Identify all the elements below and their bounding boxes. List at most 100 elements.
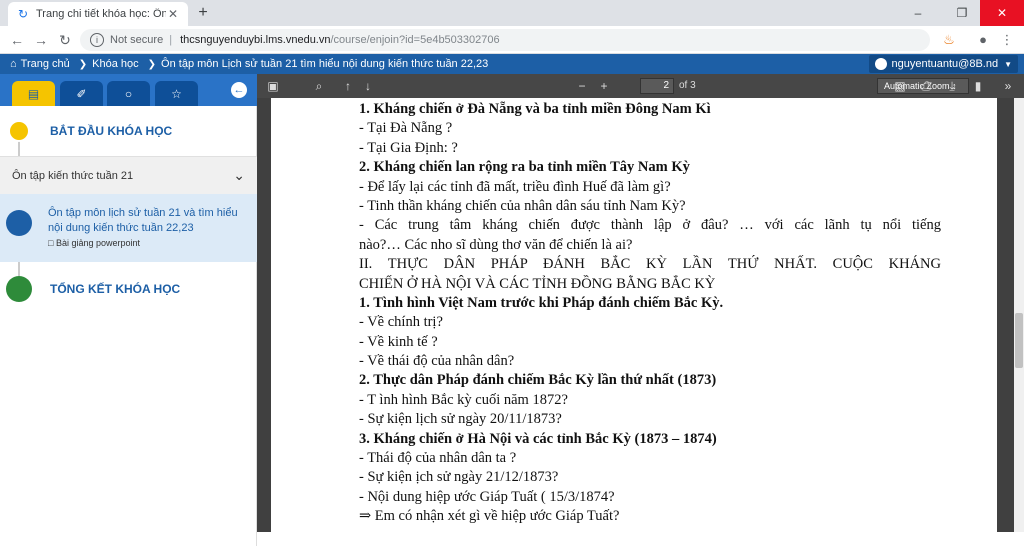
pdf-line: - Nội dung hiệp ước Giáp Tuất ( 15/3/187… <box>359 488 615 505</box>
pdf-line: - Sự kiện ịch sử ngày 21/12/1873? <box>359 469 559 486</box>
pdf-line: - Về chính trị? <box>359 314 443 331</box>
next-page-icon[interactable]: ↓ <box>361 78 375 94</box>
breadcrumb-chevron-icon: ❯ <box>78 58 88 70</box>
profile-icon[interactable]: ● <box>974 31 992 49</box>
forward-arrow-icon[interactable]: → <box>32 31 50 49</box>
pdf-scrollbar[interactable] <box>1014 98 1024 532</box>
pdf-viewer[interactable]: 1. Kháng chiến ở Đà Nẵng và ba tỉnh miền… <box>257 98 1014 532</box>
lesson-type-label: Bài giảng powerpoint <box>55 238 141 248</box>
chevron-down-icon[interactable]: ⌄ <box>233 167 245 184</box>
pdf-line: 2. Thực dân Pháp đánh chiếm Bắc Kỳ lần t… <box>359 372 717 389</box>
page-total: of 3 <box>679 80 696 91</box>
tab-title: Trang chi tiết khóa học: Ôn tập m <box>36 8 166 20</box>
user-name: nguyentuantu@8B.nd <box>891 58 999 70</box>
end-dot <box>6 276 32 302</box>
tab-favorites[interactable]: ☆ <box>155 81 198 106</box>
end-course-label[interactable]: TỔNG KẾT KHÓA HỌC <box>50 282 180 296</box>
comment-icon: ○ <box>124 86 133 101</box>
user-avatar-icon <box>875 58 888 70</box>
pdf-line: - Tinh thần kháng chiến của nhân dân sáu… <box>359 197 686 214</box>
pdf-line: nào?… Các nho sĩ dùng thơ văn để chiến l… <box>359 236 633 253</box>
presentation-icon[interactable]: ▧ <box>893 78 907 94</box>
pdf-line: - Về thái độ của nhân dân? <box>359 353 515 370</box>
new-tab-icon[interactable]: + <box>194 4 212 22</box>
pdf-line: 1. Tình hình Việt Nam trước khi Pháp đán… <box>359 294 724 311</box>
start-course-label[interactable]: BẮT ĐẦU KHÓA HỌC <box>50 124 172 138</box>
pdf-line: - Sự kiện lịch sử ngày 20/11/1873? <box>359 411 562 428</box>
search-icon[interactable]: ⌕ <box>311 78 327 94</box>
pdf-line: - Tại Gia Định: ? <box>359 139 458 156</box>
timeline-line <box>18 262 20 276</box>
pdf-line: ⇒ Em có nhận xét gì về hiệp ước Giáp Tuấ… <box>359 508 620 525</box>
site-favicon-icon: ↻ <box>17 7 29 21</box>
paperclip-icon: ✐ <box>76 86 87 101</box>
breadcrumb: ⌂ Trang chủ ❯ Khóa học ❯ Ôn tập môn Lịch… <box>0 54 1024 74</box>
week-header-label: Ôn tập kiến thức tuần 21 <box>12 169 134 182</box>
lesson-item[interactable]: Ôn tập môn lịch sử tuần 21 và tìm hiểu n… <box>0 194 257 262</box>
breadcrumb-chevron-icon: ❯ <box>147 58 157 70</box>
star-icon: ☆ <box>171 86 182 101</box>
dropdown-caret-icon: ▼ <box>1004 59 1012 69</box>
previous-page-icon[interactable]: ↑ <box>341 78 355 94</box>
bottom-strip <box>257 532 1024 546</box>
tab-attachments[interactable]: ✐ <box>60 81 103 106</box>
pdf-line: - Để lấy lại các tỉnh đã mất, triều đình… <box>359 178 671 195</box>
reload-icon[interactable]: ↻ <box>56 31 74 49</box>
url-host: thcsnguyenduybi.lms.vnedu.vn <box>180 34 331 46</box>
pdf-line: 2. Kháng chiến lan rộng ra ba tỉnh miền … <box>359 159 690 176</box>
restore-icon[interactable]: ❐ <box>944 0 980 26</box>
extension-flame-icon[interactable]: ♨ <box>940 31 958 49</box>
back-circle-icon[interactable]: ← <box>231 82 247 98</box>
lesson-title[interactable]: Ôn tập môn lịch sử tuần 21 và tìm hiểu n… <box>48 206 248 236</box>
more-tools-icon[interactable]: » <box>1001 78 1015 94</box>
pdf-line: - Về kinh tế ? <box>359 333 438 350</box>
file-icon: □ <box>48 238 54 248</box>
pdf-line: 3. Kháng chiến ở Hà Nội và các tỉnh Bắc … <box>359 430 717 447</box>
security-label: Not secure <box>110 34 164 46</box>
pdf-line: 1. Kháng chiến ở Đà Nẵng và ba tỉnh miền… <box>359 101 711 117</box>
sidebar-toggle-icon[interactable]: ▣ <box>265 78 281 94</box>
url-separator: | <box>169 34 173 46</box>
scrollbar-thumb[interactable] <box>1015 313 1023 368</box>
pdf-line: - Các trung tâm kháng chiến được thành l… <box>359 217 941 234</box>
url-path: /course/enjoin?id=5e4b503302706 <box>330 34 500 46</box>
pdf-line: CHIẾN Ở HÀ NỘI VÀ CÁC TỈNH ĐỒNG BẰNG BẮC… <box>359 275 716 292</box>
sidebar-tabs: ▤ ✐ ○ ☆ ← <box>0 74 257 106</box>
menu-kebab-icon[interactable]: ⋮ <box>998 31 1016 49</box>
breadcrumb-current[interactable]: Ôn tập môn Lịch sử tuần 21 tìm hiểu nội … <box>161 58 488 70</box>
browser-tab-strip: ↻ Trang chi tiết khóa học: Ôn tập m ✕ + … <box>0 0 1024 26</box>
back-arrow-icon[interactable]: ← <box>8 31 26 49</box>
zoom-out-icon[interactable]: − <box>575 78 589 94</box>
pdf-line: - Thái độ của nhân dân ta ? <box>359 450 517 467</box>
course-sidebar: ▤ ✐ ○ ☆ ← BẮT ĐẦU KHÓA HỌC Ôn tập kiến t… <box>0 74 257 546</box>
zoom-in-icon[interactable]: + <box>597 78 611 94</box>
tab-book[interactable]: ▤ <box>12 81 55 106</box>
pdf-text-content: 1. Kháng chiến ở Đà Nẵng và ba tỉnh miền… <box>359 100 941 527</box>
breadcrumb-home[interactable]: Trang chủ <box>21 58 70 70</box>
tab-comments[interactable]: ○ <box>107 81 150 106</box>
minimize-icon[interactable]: – <box>900 0 936 26</box>
pdf-line: - Tại Đà Nẵng ? <box>359 120 453 137</box>
browser-tab[interactable]: ↻ Trang chi tiết khóa học: Ôn tập m ✕ <box>8 2 188 26</box>
info-icon[interactable]: i <box>90 33 104 47</box>
week-header[interactable]: Ôn tập kiến thức tuần 21 ⌄ <box>0 156 257 194</box>
download-icon[interactable]: ⤓ <box>945 78 959 94</box>
close-window-icon[interactable]: ✕ <box>980 0 1024 26</box>
pdf-line: - T ình hình Bắc kỳ cuối năm 1872? <box>359 391 568 408</box>
start-dot <box>8 120 30 142</box>
bookmark-icon[interactable]: ▮ <box>971 78 985 94</box>
pdf-toolbar: ▣ ⌕ ↑ ↓ 2 of 3 − + Automatic Zoom ↕ ▧ ⎙ … <box>257 74 1024 98</box>
address-bar: ← → ↻ i Not secure | thcsnguyenduybi.lms… <box>0 26 1024 54</box>
lesson-type: □ Bài giảng powerpoint <box>48 238 140 248</box>
print-icon[interactable]: ⎙ <box>919 78 933 94</box>
home-icon: ⌂ <box>10 58 17 70</box>
pdf-line: II. THỰC DÂN PHÁP ĐÁNH BẮC KỲ LẦN THỨ NH… <box>359 256 941 273</box>
close-tab-icon[interactable]: ✕ <box>166 7 180 21</box>
pdf-page: 1. Kháng chiến ở Đà Nẵng và ba tỉnh miền… <box>271 98 997 532</box>
lesson-dot <box>6 210 32 236</box>
book-icon: ▤ <box>27 86 40 101</box>
page-number-input[interactable]: 2 <box>640 78 674 94</box>
url-omnibox[interactable]: i Not secure | thcsnguyenduybi.lms.vnedu… <box>80 29 930 51</box>
breadcrumb-courses[interactable]: Khóa học <box>92 58 138 70</box>
user-menu[interactable]: nguyentuantu@8B.nd ▼ <box>869 55 1018 73</box>
